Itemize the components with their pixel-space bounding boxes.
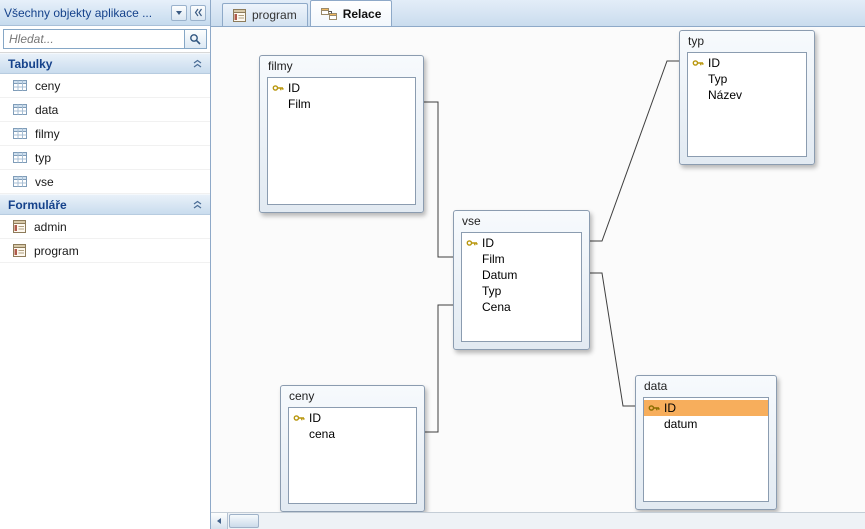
table-window-title[interactable]: filmy [260, 56, 423, 76]
field-icon-spacer [465, 269, 479, 281]
sidebar-item-filmy[interactable]: filmy [0, 122, 210, 146]
field-row[interactable]: Typ [462, 283, 581, 299]
sidebar-item-ceny[interactable]: ceny [0, 74, 210, 98]
field-row[interactable]: datum [644, 416, 768, 432]
tab-label: Relace [343, 7, 382, 21]
section-label: Tabulky [8, 57, 193, 71]
double-chevron-up-icon [193, 200, 202, 209]
tab-relace[interactable]: Relace [310, 0, 393, 26]
section-label: Formuláře [8, 198, 193, 212]
chevron-down-icon [176, 11, 182, 15]
table-field-list: ID cena [288, 407, 417, 504]
table-field-list: ID Typ Název [687, 52, 807, 157]
tab-label: program [252, 8, 297, 22]
table-icon [13, 151, 27, 164]
table-window-ceny[interactable]: ceny ID cena [280, 385, 425, 512]
field-icon-spacer [271, 98, 285, 110]
sidebar-item-admin[interactable]: admin [0, 215, 210, 239]
sidebar-item-label: filmy [35, 127, 60, 141]
field-row[interactable]: ID [268, 80, 415, 96]
field-row[interactable]: Film [462, 251, 581, 267]
field-row-selected[interactable]: ID [644, 400, 768, 416]
collapse-pane-button[interactable] [190, 5, 206, 21]
sidebar-item-label: admin [34, 220, 67, 234]
field-row[interactable]: Film [268, 96, 415, 112]
search-button[interactable] [185, 29, 207, 49]
field-row[interactable]: Cena [462, 299, 581, 315]
search-icon [189, 33, 202, 46]
field-icon-spacer [465, 285, 479, 297]
table-icon [13, 103, 27, 116]
navigation-pane-title: Všechny objekty aplikace ... [4, 6, 168, 20]
field-row[interactable]: Název [688, 87, 806, 103]
double-chevron-up-icon [193, 59, 202, 68]
relationships-canvas: filmy ID Film typ [211, 27, 865, 512]
table-field-list: ID Film [267, 77, 416, 205]
form-icon [233, 9, 246, 22]
field-row[interactable]: cena [289, 426, 416, 442]
field-row[interactable]: ID [688, 55, 806, 71]
table-window-title[interactable]: typ [680, 31, 814, 51]
scroll-left-button[interactable] [211, 513, 228, 529]
section-header-forms[interactable]: Formuláře [0, 194, 210, 215]
search-input[interactable] [3, 29, 185, 49]
search-bar [0, 26, 210, 53]
table-icon [13, 79, 27, 92]
sidebar-item-label: typ [35, 151, 51, 165]
nav-pane-menu-button[interactable] [171, 5, 187, 21]
access-window: Všechny objekty aplikace ... Tabulky [0, 0, 865, 529]
field-row[interactable]: Datum [462, 267, 581, 283]
field-icon-spacer [465, 253, 479, 265]
section-header-tables[interactable]: Tabulky [0, 53, 210, 74]
table-window-data[interactable]: data ID datum [635, 375, 777, 510]
sidebar-item-label: vse [35, 175, 54, 189]
form-icon [13, 220, 26, 233]
document-tab-bar: program Relace [211, 0, 865, 27]
field-row[interactable]: Typ [688, 71, 806, 87]
sidebar-item-program[interactable]: program [0, 239, 210, 263]
table-icon [13, 175, 27, 188]
sidebar-item-label: data [35, 103, 58, 117]
field-icon-spacer [647, 418, 661, 430]
field-row[interactable]: ID [462, 235, 581, 251]
horizontal-scrollbar[interactable] [211, 512, 865, 529]
relationships-icon [321, 7, 337, 21]
table-icon [13, 127, 27, 140]
relationship-line-vse-data[interactable] [590, 273, 635, 406]
form-icon [13, 244, 26, 257]
navigation-pane: Všechny objekty aplikace ... Tabulky [0, 0, 211, 529]
table-field-list: ID datum [643, 397, 769, 502]
relationship-line-typ-vse[interactable] [590, 61, 679, 241]
primary-key-icon [647, 402, 661, 414]
field-icon-spacer [465, 301, 479, 313]
table-window-vse[interactable]: vse ID Film Datum Typ [453, 210, 590, 350]
field-icon-spacer [292, 428, 306, 440]
field-row[interactable]: ID [289, 410, 416, 426]
sidebar-item-vse[interactable]: vse [0, 170, 210, 194]
scrollbar-thumb[interactable] [229, 514, 259, 528]
table-field-list: ID Film Datum Typ Cena [461, 232, 582, 342]
scroll-left-icon [217, 518, 221, 524]
field-icon-spacer [691, 73, 705, 85]
relationship-line-filmy-vse[interactable] [424, 102, 453, 257]
primary-key-icon [691, 57, 705, 69]
primary-key-icon [292, 412, 306, 424]
table-window-title[interactable]: vse [454, 211, 589, 231]
sidebar-item-typ[interactable]: typ [0, 146, 210, 170]
relationship-line-vse-ceny[interactable] [425, 305, 453, 432]
primary-key-icon [465, 237, 479, 249]
table-window-typ[interactable]: typ ID Typ Název [679, 30, 815, 165]
table-window-title[interactable]: ceny [281, 386, 424, 406]
sidebar-item-label: ceny [35, 79, 60, 93]
sidebar-item-label: program [34, 244, 79, 258]
table-window-filmy[interactable]: filmy ID Film [259, 55, 424, 213]
navigation-pane-header: Všechny objekty aplikace ... [0, 0, 210, 26]
primary-key-icon [271, 82, 285, 94]
tab-program[interactable]: program [222, 3, 308, 26]
field-icon-spacer [691, 89, 705, 101]
double-chevron-left-icon [194, 8, 203, 17]
table-window-title[interactable]: data [636, 376, 776, 396]
sidebar-item-data[interactable]: data [0, 98, 210, 122]
